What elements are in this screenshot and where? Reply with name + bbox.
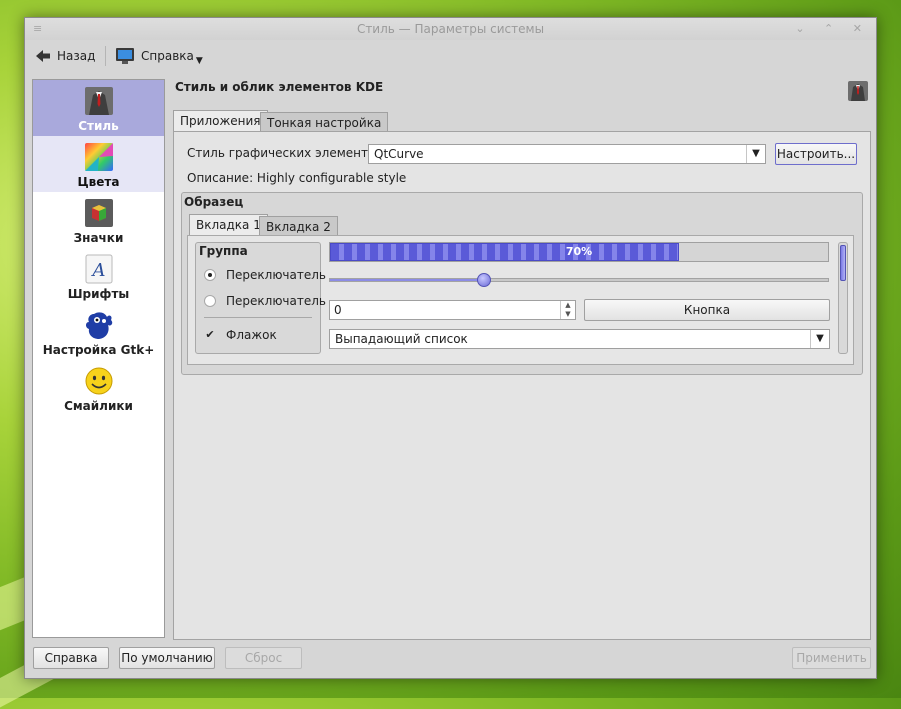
kde-style-suit-icon — [85, 87, 113, 115]
configure-button[interactable]: Настроить... — [775, 143, 857, 165]
preview-title: Образец — [184, 195, 244, 209]
emoticons-icon — [85, 367, 113, 395]
sidebar-item-label: Смайлики — [64, 399, 133, 413]
title-bar: ≡ Стиль — Параметры системы ⌄ ⌃ ✕ — [25, 18, 876, 40]
slider-fill — [330, 279, 485, 281]
icons-icon — [85, 199, 113, 227]
back-label: Назад — [57, 49, 96, 63]
svg-text:A: A — [91, 260, 106, 281]
apply-button[interactable]: Применить — [792, 647, 871, 669]
group-divider — [204, 317, 312, 318]
gtk-icon — [86, 312, 113, 339]
preview-tab-1[interactable]: Вкладка 1 — [189, 214, 268, 236]
preview-button[interactable]: Кнопка — [584, 299, 830, 321]
settings-window: ≡ Стиль — Параметры системы ⌄ ⌃ ✕ Назад … — [24, 17, 877, 679]
radio-button-1[interactable] — [204, 269, 216, 281]
group-title: Группа — [199, 244, 248, 258]
radio-button-2[interactable] — [204, 295, 216, 307]
progress-text: 70% — [565, 245, 593, 258]
style-description: Описание: Highly configurable style — [187, 171, 407, 185]
back-button[interactable]: Назад — [35, 43, 95, 69]
preview-tab-panel: Группа Переключатель Переключатель ✔ Фла… — [187, 235, 854, 365]
sidebar: Стиль Цвета Значки A Шрифты Настройка Gt… — [32, 79, 165, 638]
checkbox[interactable]: ✔ — [204, 329, 216, 341]
scrollbar-thumb[interactable] — [840, 245, 846, 281]
window-menu-icon[interactable]: ≡ — [33, 18, 42, 40]
sidebar-item-style[interactable]: Стиль — [33, 80, 164, 136]
preview-dropdown[interactable]: Выпадающий список ▼ — [329, 329, 830, 349]
monitor-help-icon — [116, 48, 134, 64]
chevron-down-icon: ▼ — [195, 56, 203, 66]
fonts-icon: A — [85, 254, 113, 284]
sidebar-item-label: Цвета — [77, 175, 120, 189]
widget-style-value: QtCurve — [374, 147, 424, 161]
page-title: Стиль и облик элементов KDE — [175, 80, 384, 94]
progress-bar: 70% — [329, 242, 829, 262]
help-button[interactable]: Справка — [33, 647, 109, 669]
tab-applications[interactable]: Приложения — [173, 110, 268, 132]
spin-box[interactable]: 0 ▲ ▼ — [329, 300, 576, 320]
content-area: Стиль и облик элементов KDE Приложения Т… — [173, 79, 873, 640]
sidebar-item-label: Настройка Gtk+ — [42, 343, 155, 357]
slider-handle[interactable] — [477, 273, 491, 287]
window-title: Стиль — Параметры системы — [356, 22, 545, 36]
spin-value: 0 — [334, 303, 342, 317]
colors-icon — [85, 143, 113, 171]
window-controls[interactable]: ⌄ ⌃ ✕ — [795, 18, 870, 40]
sidebar-item-label: Значки — [73, 231, 124, 245]
vertical-scrollbar[interactable] — [838, 242, 848, 354]
radio-label-1: Переключатель — [226, 268, 326, 282]
defaults-button[interactable]: По умолчанию — [119, 647, 215, 669]
dropdown-value: Выпадающий список — [335, 332, 468, 346]
spin-arrows-icon[interactable]: ▲ ▼ — [560, 301, 575, 319]
chevron-down-icon: ▼ — [810, 330, 829, 348]
back-arrow-icon — [36, 50, 50, 62]
sidebar-item-icons[interactable]: Значки — [33, 192, 164, 248]
sidebar-item-emoticons[interactable]: Смайлики — [33, 360, 164, 416]
toolbar-separator — [105, 46, 106, 66]
help-menu-button[interactable]: Справка ▼ — [115, 43, 203, 69]
sidebar-item-gtk[interactable]: Настройка Gtk+ — [33, 304, 164, 360]
widget-style-select[interactable]: QtCurve ▼ — [368, 144, 766, 164]
preview-groupbox: Образец Вкладка 1 Вкладка 2 Группа Перек… — [181, 192, 863, 375]
sidebar-item-colors[interactable]: Цвета — [33, 136, 164, 192]
kde-style-suit-icon — [848, 81, 868, 101]
sidebar-item-label: Шрифты — [67, 287, 130, 301]
slider-track[interactable] — [329, 278, 829, 282]
sidebar-item-label: Стиль — [78, 119, 119, 133]
widget-style-label: Стиль графических элементов: — [187, 146, 387, 160]
help-label: Справка — [141, 49, 194, 63]
sidebar-item-fonts[interactable]: A Шрифты — [33, 248, 164, 304]
preview-group: Группа Переключатель Переключатель ✔ Фла… — [195, 242, 326, 354]
chevron-down-icon: ▼ — [746, 145, 765, 163]
reset-button[interactable]: Сброс — [225, 647, 302, 669]
checkbox-label: Флажок — [226, 328, 277, 342]
tab-fine-tuning[interactable]: Тонкая настройка — [260, 112, 389, 132]
radio-label-2: Переключатель — [226, 294, 326, 308]
tab-panel-applications: Стиль графических элементов: QtCurve ▼ Н… — [173, 131, 871, 640]
preview-tab-2[interactable]: Вкладка 2 — [259, 216, 338, 236]
toolbar: Назад Справка ▼ — [25, 40, 876, 72]
